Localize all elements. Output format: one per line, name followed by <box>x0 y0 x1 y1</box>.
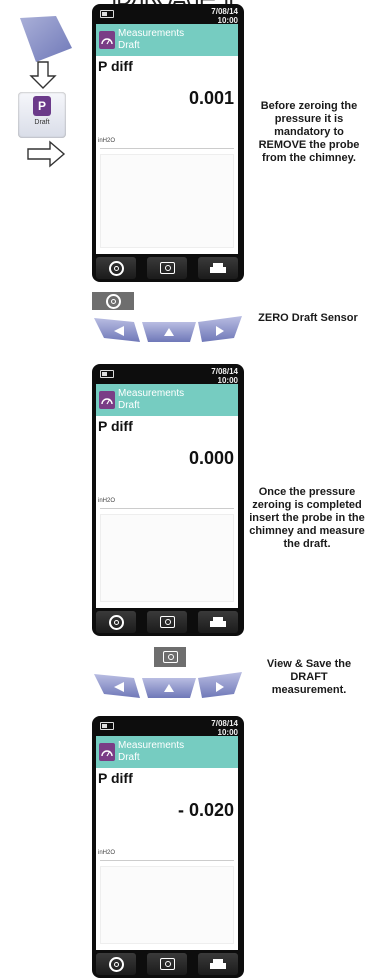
menu-title: Measurements <box>118 28 185 39</box>
soft-key-bar <box>96 256 238 280</box>
save-button[interactable] <box>147 611 187 633</box>
keypad-strip <box>94 316 242 342</box>
caption-step-3: Once the pressure zeroing is completed i… <box>249 486 365 550</box>
menu-subtitle: Draft <box>118 400 140 411</box>
print-button[interactable] <box>198 953 238 975</box>
arrow-down-icon <box>29 61 57 89</box>
battery-icon <box>100 370 114 378</box>
save-button[interactable] <box>147 953 187 975</box>
measurement-value: 0.000 <box>188 448 234 468</box>
menu-subtitle: Draft <box>118 40 140 51</box>
zero-icon <box>105 293 121 309</box>
printer-icon <box>210 617 226 627</box>
battery-icon <box>100 722 114 730</box>
measurement-panel: P diff 0.000 inH2O <box>96 416 238 608</box>
datetime: 7/08/14 10:00 <box>211 719 238 737</box>
unit-label: inH2O <box>98 138 116 144</box>
measurement-value: 0.001 <box>188 88 234 108</box>
draft-icon: P <box>33 96 51 116</box>
zero-button[interactable] <box>96 953 136 975</box>
menu-title: Measurements <box>118 740 185 751</box>
arrow-right-icon <box>27 140 66 168</box>
menu-title: Measurements <box>118 388 185 399</box>
instrument-screen-1: 7/08/14 10:00 Measurements Draft P diff … <box>92 4 244 282</box>
zero-icon <box>108 614 124 630</box>
menu-subtitle: Draft <box>118 752 140 763</box>
measurement-panel: P diff 0.001 inH2O <box>96 56 238 254</box>
save-button[interactable] <box>147 257 187 279</box>
nav-tile-icon <box>20 16 72 62</box>
camera-icon <box>159 262 175 274</box>
draft-menu-tile[interactable]: P Draft <box>18 92 66 138</box>
parameter-label: P diff <box>98 58 133 74</box>
date-text: 7/08/14 <box>211 719 238 728</box>
gauge-icon <box>99 743 115 761</box>
datetime: 7/08/14 10:00 <box>211 7 238 25</box>
save-key[interactable] <box>154 647 186 667</box>
camera-icon <box>159 616 175 628</box>
instrument-screen-2: 7/08/14 10:00 Measurements Draft P diff … <box>92 364 244 636</box>
battery-icon <box>100 10 114 18</box>
chart-area <box>100 866 234 944</box>
chart-area <box>100 514 234 602</box>
measurement-panel: P diff - 0.020 inH2O <box>96 768 238 950</box>
chart-area <box>100 154 234 248</box>
printer-icon <box>210 959 226 969</box>
date-text: 7/08/14 <box>211 367 238 376</box>
menu-header[interactable]: Measurements Draft <box>96 24 238 56</box>
unit-label: inH2O <box>98 498 116 504</box>
print-button[interactable] <box>198 611 238 633</box>
keypad-strip <box>94 672 242 698</box>
soft-key-bar <box>96 952 238 976</box>
gauge-icon <box>99 391 115 409</box>
divider <box>100 508 234 509</box>
parameter-label: P diff <box>98 418 133 434</box>
divider <box>100 148 234 149</box>
zero-key[interactable] <box>92 292 134 310</box>
unit-label: inH2O <box>98 850 116 856</box>
camera-icon <box>159 958 175 970</box>
divider <box>100 860 234 861</box>
soft-key-bar <box>96 610 238 634</box>
date-text: 7/08/14 <box>211 7 238 16</box>
instrument-screen-3: 7/08/14 10:00 Measurements Draft P diff … <box>92 716 244 978</box>
draft-tile-label: Draft <box>34 119 50 126</box>
caption-step-2: ZERO Draft Sensor <box>258 312 358 324</box>
parameter-label: P diff <box>98 770 133 786</box>
zero-icon <box>108 260 124 276</box>
print-button[interactable] <box>198 257 238 279</box>
caption-step-4: View & Save the DRAFT measurement. <box>266 658 352 696</box>
zero-button[interactable] <box>96 611 136 633</box>
caption-step-1: Before zeroing the pressure it is mandat… <box>258 100 360 164</box>
printer-icon <box>210 263 226 273</box>
menu-header[interactable]: Measurements Draft <box>96 736 238 768</box>
gauge-icon <box>99 31 115 49</box>
camera-icon <box>162 651 178 663</box>
zero-icon <box>108 956 124 972</box>
zero-button[interactable] <box>96 257 136 279</box>
measurement-value: - 0.020 <box>177 800 234 820</box>
datetime: 7/08/14 10:00 <box>211 367 238 385</box>
menu-header[interactable]: Measurements Draft <box>96 384 238 416</box>
